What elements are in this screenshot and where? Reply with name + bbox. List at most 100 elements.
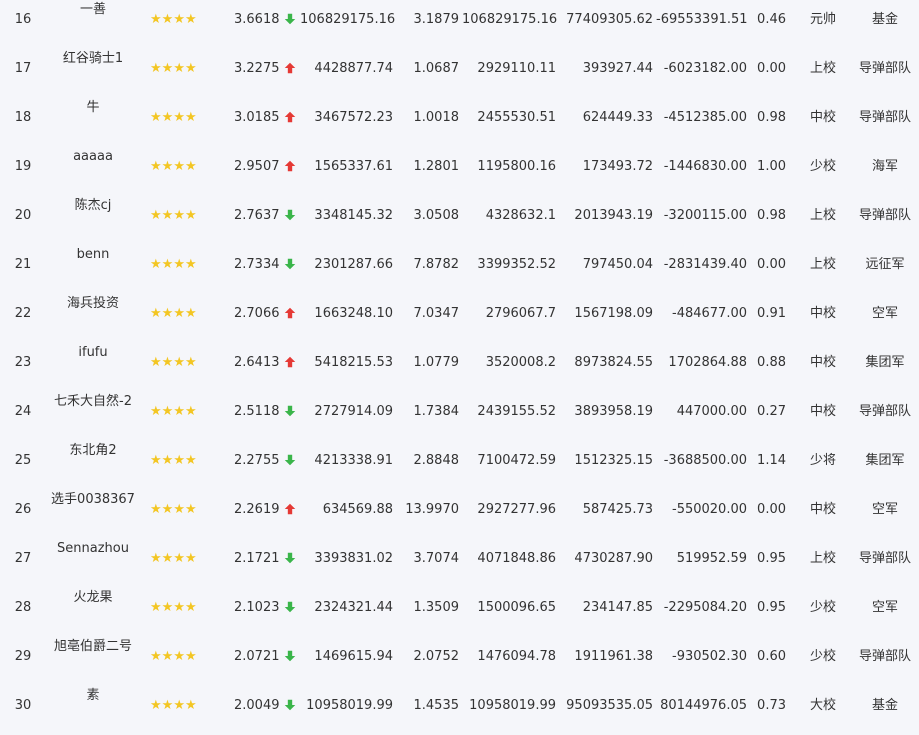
net-value: 7.8782 [413, 257, 460, 272]
score-value: 2.2755 [234, 453, 280, 468]
star-rating: ★★★★ [150, 551, 208, 567]
army-group-link[interactable]: 基金 [852, 12, 918, 28]
star-icon: ★ [173, 355, 185, 370]
star-icon: ★ [161, 698, 174, 713]
player-name-link[interactable]: 旭亳伯爵二号 [40, 639, 146, 655]
army-group-link[interactable]: 空军 [852, 306, 918, 322]
table-row[interactable]: 21 benn ★★★★ 2.7334 2301287.66 7.8782 33… [0, 245, 919, 294]
army-group-link[interactable]: 导弹部队 [852, 208, 918, 224]
player-name-link[interactable]: aaaaa [40, 149, 146, 165]
table-row[interactable]: 16 一善 ★★★★ 3.6618 106829175.16 3.1879 10… [0, 0, 919, 49]
ratio-value: 1.00 [757, 159, 786, 174]
net-inflow-value: 519952.59 [676, 551, 747, 566]
player-name-link[interactable]: 牛 [40, 100, 146, 116]
star-icon: ★ [184, 12, 197, 27]
net-value: 2.8848 [413, 453, 460, 468]
star-icon: ★ [161, 159, 174, 174]
military-rank-title: 少将 [809, 453, 836, 468]
profit-value: 234147.85 [582, 600, 653, 615]
player-name-link[interactable]: 一善 [40, 2, 146, 18]
star-rating: ★★★★ [150, 61, 208, 77]
profit-value: 95093535.05 [566, 698, 653, 713]
ratio-value: 0.00 [757, 61, 786, 76]
player-name-link[interactable]: 海兵投资 [40, 296, 146, 312]
table-row[interactable]: 25 东北角2 ★★★★ 2.2755 4213338.91 2.8848 71… [0, 441, 919, 490]
army-group-link[interactable]: 导弹部队 [852, 649, 918, 665]
star-icon: ★ [184, 159, 197, 174]
army-group-link[interactable]: 导弹部队 [852, 551, 918, 567]
army-group-link[interactable]: 空军 [852, 502, 918, 518]
star-icon: ★ [184, 355, 197, 370]
star-icon: ★ [173, 110, 185, 125]
table-row[interactable]: 22 海兵投资 ★★★★ 2.7066 1663248.10 7.0347 27… [0, 294, 919, 343]
table-row[interactable]: 29 旭亳伯爵二号 ★★★★ 2.0721 1469615.94 2.0752 … [0, 637, 919, 686]
net-inflow-value: -484677.00 [672, 306, 747, 321]
table-row[interactable]: 17 红谷骑士1 ★★★★ 3.2275 4428877.74 1.0687 2… [0, 49, 919, 98]
army-group-link[interactable]: 集团军 [852, 355, 918, 371]
star-rating: ★★★★ [150, 306, 208, 322]
army-group-link[interactable]: 导弹部队 [852, 404, 918, 420]
table-row[interactable]: 23 ifufu ★★★★ 2.6413 5418215.53 1.0779 3… [0, 343, 919, 392]
table-row[interactable]: 26 选手0038367 ★★★★ 2.2619 634569.88 13.99… [0, 490, 919, 539]
table-row[interactable]: 24 七禾大自然-2 ★★★★ 2.5118 2727914.09 1.7384… [0, 392, 919, 441]
army-group-link[interactable]: 导弹部队 [852, 61, 918, 77]
peak-equity-value: 2796067.7 [485, 306, 556, 321]
green-down-arrow-icon [283, 403, 299, 419]
army-group-link[interactable]: 远征军 [852, 257, 918, 273]
ratio-value: 0.73 [757, 698, 786, 713]
player-name-link[interactable]: ifufu [40, 345, 146, 361]
ranking-table: 16 一善 ★★★★ 3.6618 106829175.16 3.1879 10… [0, 0, 919, 735]
star-icon: ★ [184, 698, 197, 713]
player-name-link[interactable]: 素 [40, 688, 146, 704]
profit-value: 8973824.55 [574, 355, 653, 370]
player-name-link[interactable]: 选手0038367 [40, 492, 146, 508]
player-name-link[interactable]: 东北角2 [40, 443, 146, 459]
peak-equity-value: 10958019.99 [469, 698, 556, 713]
player-name-link[interactable]: 七禾大自然-2 [40, 394, 146, 410]
star-icon: ★ [173, 698, 185, 713]
army-group-link[interactable]: 集团军 [852, 453, 918, 469]
player-name-link[interactable]: 火龙果 [40, 590, 146, 606]
peak-equity-value: 4328632.1 [485, 208, 556, 223]
red-up-arrow-icon [283, 305, 299, 321]
player-name-link[interactable]: 陈杰cj [40, 198, 146, 214]
profit-value: 1567198.09 [574, 306, 653, 321]
peak-equity-value: 2929110.11 [477, 61, 556, 76]
score-value: 2.7637 [234, 208, 280, 223]
peak-equity-value: 1195800.16 [477, 159, 556, 174]
table-row[interactable]: 27 Sennazhou ★★★★ 2.1721 3393831.02 3.70… [0, 539, 919, 588]
equity-value: 3467572.23 [314, 110, 393, 125]
star-icon: ★ [184, 649, 197, 664]
star-icon: ★ [150, 110, 162, 125]
army-group-link[interactable]: 导弹部队 [852, 110, 918, 126]
player-name-link[interactable]: Sennazhou [40, 541, 146, 557]
star-icon: ★ [161, 404, 174, 419]
army-group-link[interactable]: 基金 [852, 698, 918, 714]
star-icon: ★ [161, 208, 174, 223]
table-row[interactable]: 19 aaaaa ★★★★ 2.9507 1565337.61 1.2801 1… [0, 147, 919, 196]
score-value: 3.6618 [234, 12, 280, 27]
star-icon: ★ [184, 551, 197, 566]
army-group-link[interactable]: 海军 [852, 159, 918, 175]
star-icon: ★ [161, 600, 174, 615]
green-down-arrow-icon [283, 11, 299, 27]
table-row[interactable]: 30 素 ★★★★ 2.0049 10958019.99 1.4535 1095… [0, 686, 919, 735]
net-value: 3.0508 [413, 208, 460, 223]
star-icon: ★ [173, 404, 185, 419]
green-down-arrow-icon [283, 648, 299, 664]
table-row[interactable]: 20 陈杰cj ★★★★ 2.7637 3348145.32 3.0508 43… [0, 196, 919, 245]
star-rating: ★★★★ [150, 600, 208, 616]
net-inflow-value: -2831439.40 [663, 257, 747, 272]
player-name-link[interactable]: benn [40, 247, 146, 263]
army-group-link[interactable]: 空军 [852, 600, 918, 616]
table-row[interactable]: 28 火龙果 ★★★★ 2.1023 2324321.44 1.3509 150… [0, 588, 919, 637]
table-row[interactable]: 18 牛 ★★★★ 3.0185 3467572.23 1.0018 24555… [0, 98, 919, 147]
star-icon: ★ [161, 649, 174, 664]
player-name-link[interactable]: 红谷骑士1 [40, 51, 146, 67]
star-icon: ★ [150, 649, 162, 664]
peak-equity-value: 106829175.16 [462, 12, 558, 27]
equity-value: 1565337.61 [314, 159, 393, 174]
military-rank-title: 中校 [809, 110, 836, 125]
star-icon: ★ [150, 12, 162, 27]
peak-equity-value: 1500096.65 [477, 600, 556, 615]
